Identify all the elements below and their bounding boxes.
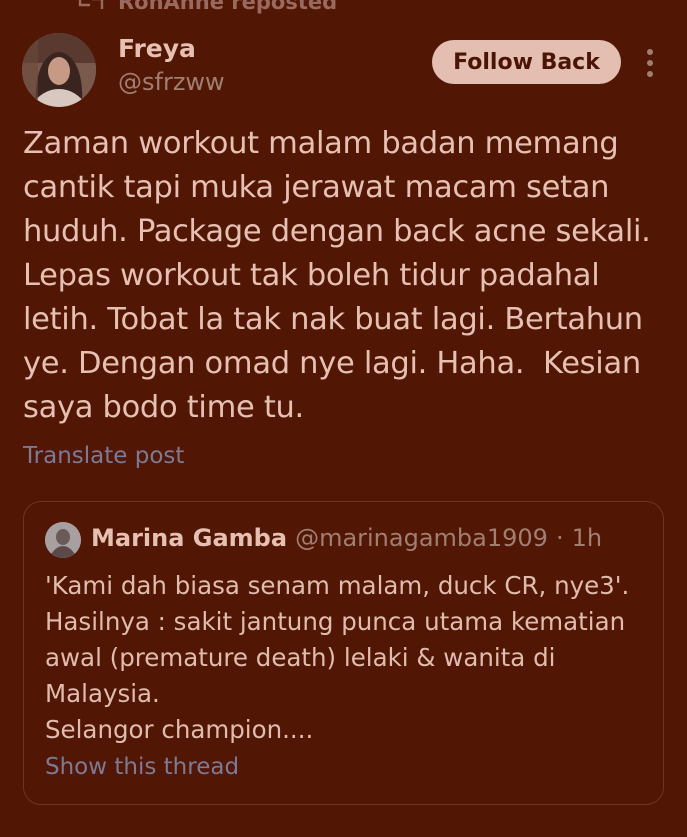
quote-timestamp: 1h (571, 524, 603, 552)
quote-header: Marina Gamba @marinagamba1909 · 1h (91, 524, 602, 552)
quote-avatar-image (45, 522, 81, 558)
author-handle[interactable]: @sfrzww (118, 68, 225, 96)
quoted-post[interactable]: Marina Gamba @marinagamba1909 · 1h 'Kami… (23, 501, 664, 805)
avatar-image (22, 33, 96, 107)
repost-indicator[interactable]: RohAnne reposted (78, 0, 337, 16)
quote-avatar[interactable] (45, 522, 81, 558)
follow-back-button[interactable]: Follow Back (432, 40, 621, 84)
quote-text: 'Kami dah biasa senam malam, duck CR, ny… (45, 571, 630, 744)
translate-post-link[interactable]: Translate post (23, 443, 184, 469)
quote-separator: · (555, 524, 564, 552)
repost-label: RohAnne reposted (118, 0, 338, 14)
repost-icon (78, 0, 104, 9)
post-text: Zaman workout malam badan memang cantik … (23, 126, 660, 425)
tweet-screen: RohAnne reposted Freya @sfrzww Follow Ba… (0, 0, 687, 837)
more-vertical-icon[interactable] (636, 46, 664, 80)
quote-author-name[interactable]: Marina Gamba (91, 524, 287, 552)
quote-author-handle[interactable]: @marinagamba1909 (295, 524, 548, 552)
user-avatar[interactable] (22, 33, 96, 107)
author-name[interactable]: Freya (118, 34, 196, 63)
show-thread-link[interactable]: Show this thread (45, 754, 239, 780)
